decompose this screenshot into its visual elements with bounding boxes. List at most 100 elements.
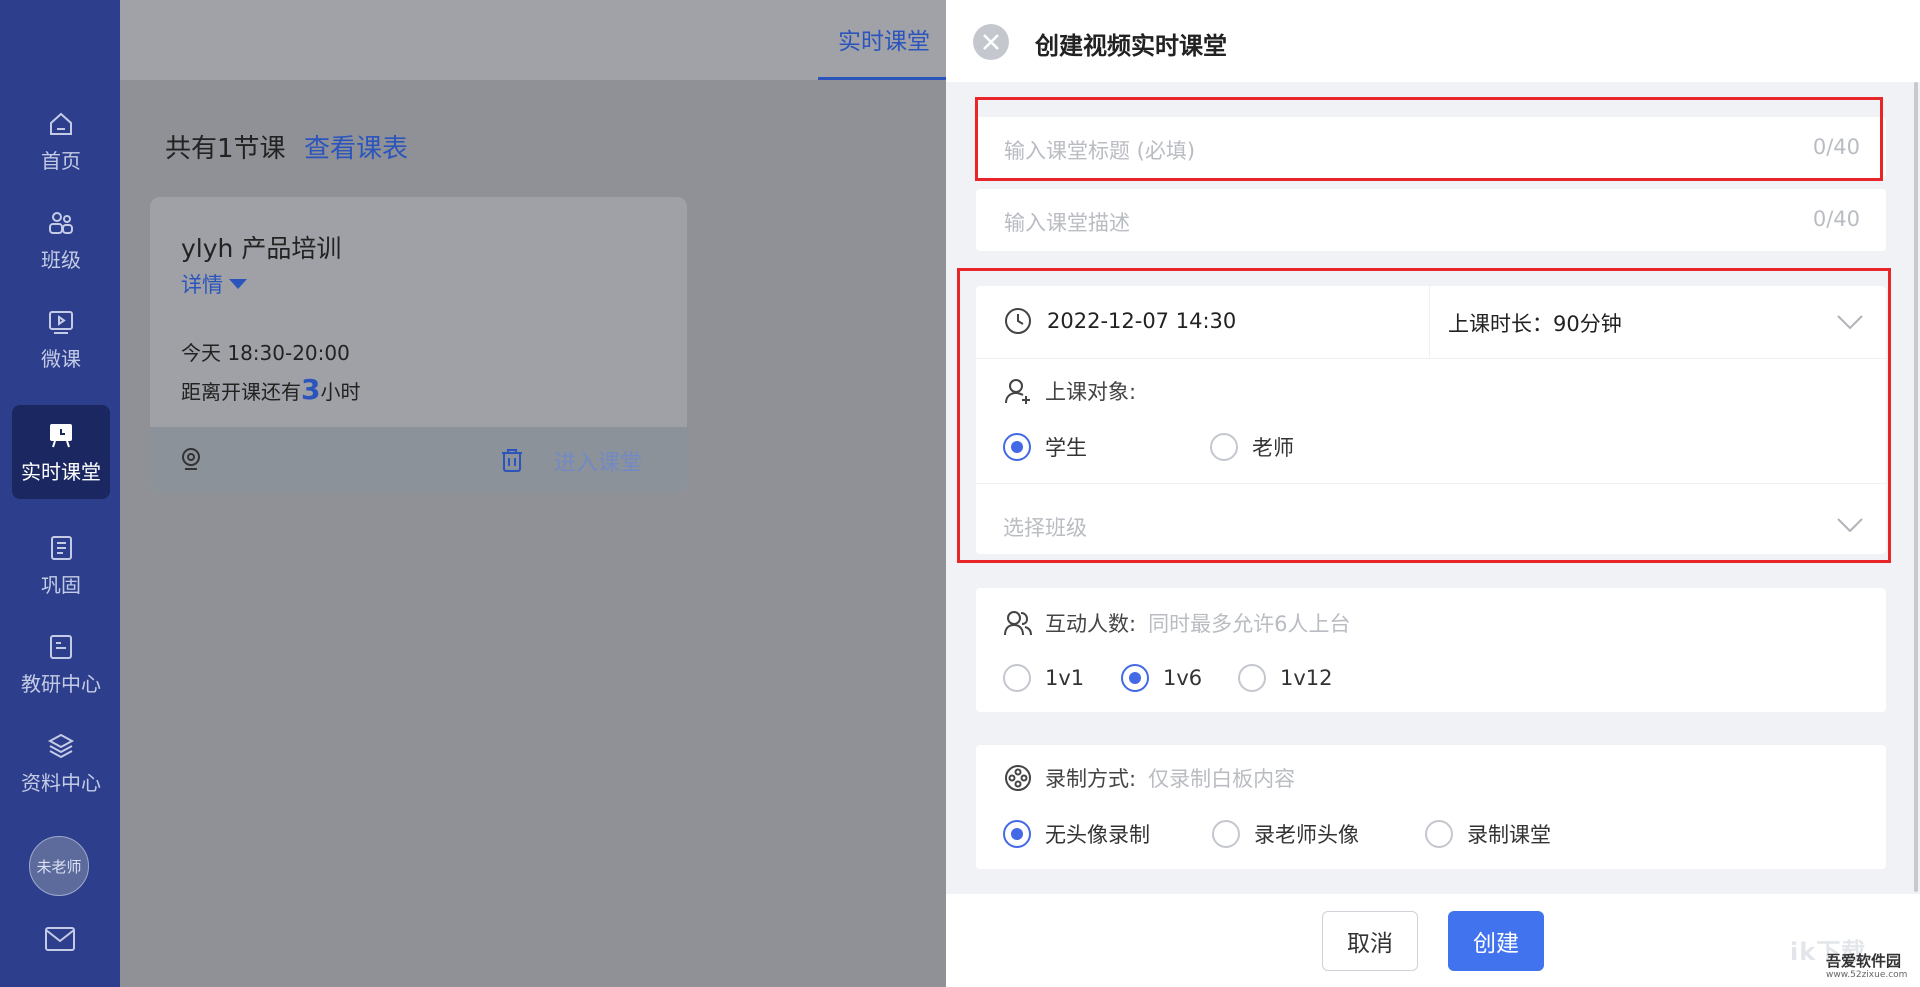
radio-dot <box>1210 433 1238 461</box>
video-icon <box>49 310 73 334</box>
radio-record-classroom[interactable]: 录制课堂 <box>1425 819 1551 849</box>
recording-panel: 录制方式: 仅录制白板内容 无头像录制 录老师头像 录制课堂 <box>976 745 1886 869</box>
caret-down-icon <box>229 279 247 289</box>
radio-dot <box>1238 664 1266 692</box>
datetime-picker[interactable]: 2022-12-07 14:30 <box>1003 306 1236 336</box>
audience-label: 上课对象: <box>1045 380 1137 404</box>
sidebar-item-label: 班级 <box>41 247 81 272</box>
watermark-url: www.52zixue.com <box>1826 970 1908 980</box>
card-footer: 进入课堂 <box>150 427 687 493</box>
radio-1v1[interactable]: 1v1 <box>1003 664 1084 692</box>
sidebar-item-label: 巩固 <box>41 572 81 597</box>
radio-label: 录老师头像 <box>1254 823 1359 847</box>
details-label: 详情 <box>181 273 223 297</box>
layers-icon <box>47 733 75 758</box>
create-class-modal: 创建视频实时课堂 输入课堂标题 (必填) 0/40 输入课堂描述 0/40 20… <box>946 0 1920 987</box>
cancel-button[interactable]: 取消 <box>1322 911 1418 971</box>
interaction-panel: 互动人数: 同时最多允许6人上台 1v1 1v6 1v12 <box>976 588 1886 712</box>
home-icon <box>50 112 72 135</box>
watermark-site-name: 吾爱软件园 <box>1826 952 1902 970</box>
radio-1v12[interactable]: 1v12 <box>1238 664 1333 692</box>
divider <box>976 358 1886 359</box>
add-user-icon <box>1005 379 1030 404</box>
modal-title: 创建视频实时课堂 <box>1035 32 1227 60</box>
audience-label-row: 上课对象: <box>1003 376 1136 406</box>
description-input[interactable]: 输入课堂描述 0/40 <box>976 189 1886 251</box>
trash-icon[interactable] <box>499 447 525 473</box>
create-button[interactable]: 创建 <box>1448 911 1544 971</box>
radio-label: 学生 <box>1045 436 1087 460</box>
sidebar-item-label: 微课 <box>41 346 81 371</box>
clock-icon <box>1005 308 1031 334</box>
course-time: 今天 18:30-20:00 <box>181 341 350 365</box>
research-icon <box>50 634 72 659</box>
radio-1v6[interactable]: 1v6 <box>1121 664 1202 692</box>
sidebar-item-live-class[interactable]: 实时课堂 <box>12 405 110 499</box>
divider <box>1429 286 1430 358</box>
modal-header: 创建视频实时课堂 <box>946 0 1920 82</box>
sidebar-item-label: 教研中心 <box>21 671 101 696</box>
radio-no-avatar-recording[interactable]: 无头像录制 <box>1003 819 1150 849</box>
scrollbar[interactable] <box>1914 82 1918 892</box>
radio-dot <box>1212 820 1240 848</box>
close-icon <box>983 34 999 50</box>
radio-label: 1v1 <box>1045 666 1085 690</box>
sidebar-item-consolidate[interactable]: 巩固 <box>12 518 110 612</box>
sidebar-item-micro[interactable]: 微课 <box>12 292 110 386</box>
radio-dot <box>1121 664 1149 692</box>
class-icon <box>49 211 73 234</box>
interaction-hint: 同时最多允许6人上台 <box>1148 612 1351 636</box>
title-placeholder: 输入课堂标题 (必填) <box>1004 139 1196 163</box>
webcam-icon <box>182 448 200 470</box>
radio-teacher[interactable]: 老师 <box>1210 432 1294 462</box>
datetime-value: 2022-12-07 14:30 <box>1047 309 1237 333</box>
modal-footer: 取消 创建 <box>946 894 1920 987</box>
radio-label: 老师 <box>1252 436 1294 460</box>
divider <box>976 483 1886 484</box>
avatar[interactable]: 未老师 <box>29 836 89 896</box>
recording-label-row: 录制方式: 仅录制白板内容 <box>1003 763 1295 793</box>
enter-class-button[interactable]: 进入课堂 <box>554 445 642 477</box>
radio-label: 1v12 <box>1280 666 1333 690</box>
recording-hint: 仅录制白板内容 <box>1148 767 1296 791</box>
tab-live-class[interactable]: 实时课堂 <box>818 0 950 80</box>
course-name: ylyh 产品培训 <box>181 234 342 263</box>
radio-dot <box>1003 433 1031 461</box>
mail-icon[interactable] <box>44 926 76 952</box>
radio-label: 录制课堂 <box>1467 823 1551 847</box>
sidebar-item-class[interactable]: 班级 <box>12 193 110 287</box>
sidebar-item-research[interactable]: 教研中心 <box>12 617 110 711</box>
radio-dot <box>1425 820 1453 848</box>
radio-label: 1v6 <box>1163 666 1203 690</box>
countdown-suffix: 小时 <box>320 380 361 404</box>
duration-select[interactable]: 上课时长：90分钟 <box>1448 308 1622 338</box>
description-char-counter: 0/40 <box>1812 207 1860 231</box>
radio-record-teacher-avatar[interactable]: 录老师头像 <box>1212 819 1359 849</box>
radio-label: 无头像录制 <box>1045 823 1150 847</box>
course-card[interactable]: ylyh 产品培训 详情 今天 18:30-20:00 距离开课还有3小时 进入… <box>150 197 687 493</box>
sidebar-item-home[interactable]: 首页 <box>12 94 110 188</box>
lesson-count-title: 共有1节课 <box>165 134 286 164</box>
radio-dot <box>1003 820 1031 848</box>
countdown-value: 3 <box>301 373 321 406</box>
close-button[interactable] <box>973 24 1009 60</box>
notebook-icon <box>51 535 72 560</box>
class-select[interactable]: 选择班级 <box>1003 512 1087 542</box>
sidebar: 首页 班级 微课 实时课堂 巩固 教研中心 资料中心 未老师 <box>0 0 120 987</box>
countdown-prefix: 距离开课还有 <box>181 380 301 404</box>
interaction-label: 互动人数: <box>1045 612 1137 636</box>
schedule-panel: 2022-12-07 14:30 上课时长：90分钟 上课对象: 学生 老师 选… <box>976 286 1886 554</box>
interaction-label-row: 互动人数: 同时最多允许6人上台 <box>1003 608 1350 638</box>
recording-label: 录制方式: <box>1045 767 1137 791</box>
sidebar-item-label: 首页 <box>41 148 81 173</box>
details-toggle[interactable]: 详情 <box>181 269 247 299</box>
title-char-counter: 0/40 <box>1812 135 1860 159</box>
sidebar-item-resources[interactable]: 资料中心 <box>12 716 110 810</box>
view-schedule-link[interactable]: 查看课表 <box>304 128 408 165</box>
title-input[interactable]: 输入课堂标题 (必填) 0/40 <box>976 117 1886 179</box>
chevron-down-icon[interactable] <box>1837 315 1863 329</box>
chevron-down-icon[interactable] <box>1837 518 1863 532</box>
sidebar-item-label: 实时课堂 <box>21 459 101 484</box>
radio-student[interactable]: 学生 <box>1003 432 1087 462</box>
users-icon <box>1004 611 1032 636</box>
